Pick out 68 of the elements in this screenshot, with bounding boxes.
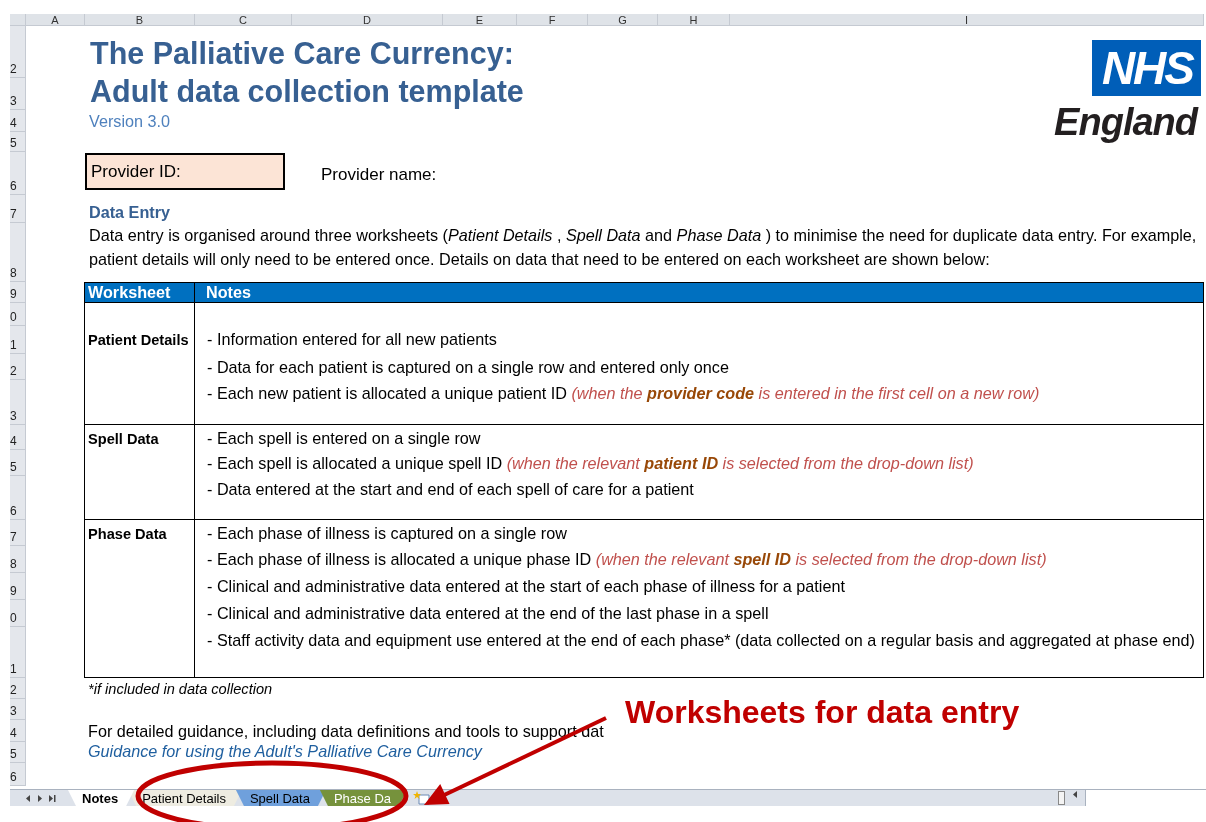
row-header[interactable]: 8 [10, 223, 25, 282]
previous-sheet-icon[interactable] [24, 793, 32, 803]
nhs-logo: NHS England [730, 26, 1204, 195]
row-header[interactable]: 8 [10, 546, 25, 573]
column-header[interactable]: C [195, 14, 292, 25]
row-header[interactable]: 3 [10, 78, 25, 110]
column-header[interactable]: A [26, 14, 85, 25]
sheet-tab[interactable]: Notes [68, 790, 135, 806]
section-heading: Data Entry [88, 203, 171, 223]
note-line: - Each phase of illness is allocated a unique phase ID (when the relevant spell ID is selected from the drop-down list) [206, 549, 1048, 569]
row-header[interactable]: 4 [10, 720, 25, 742]
note-line: - Each spell is entered on a single row [206, 428, 482, 448]
row-header[interactable]: 3 [10, 380, 25, 425]
table-header: Notes [194, 282, 1204, 303]
row-header[interactable]: 4 [10, 110, 25, 132]
split-handle[interactable] [1058, 791, 1065, 805]
worksheet-name: Patient Details [87, 331, 190, 348]
row-header[interactable]: 9 [10, 573, 25, 600]
new-sheet-icon[interactable] [413, 791, 432, 805]
horizontal-scrollbar[interactable] [1085, 790, 1206, 806]
column-header[interactable]: G [588, 14, 658, 25]
table-header: Worksheet [84, 282, 195, 303]
row-header[interactable]: 4 [10, 425, 25, 450]
next-sheet-icon[interactable] [36, 793, 44, 803]
intro-paragraph: Data entry is organised around three worksheets (Patient Details , Spell Data and Phase Data ) to minimise the need for duplicate data entry. For example, patient details will only need to be entered once. Details on data that need to be entered on each worksheet are shown below: [88, 225, 1198, 270]
page-title: The Palliative Care Currency: Adult data collection template [89, 35, 525, 110]
note-line: - Information entered for all new patients [206, 329, 498, 349]
row-header[interactable]: 9 [10, 282, 25, 303]
row-header[interactable]: 2 [10, 26, 25, 78]
callout-text: Worksheets for data entry [625, 694, 1020, 731]
row-header[interactable]: 7 [10, 195, 25, 223]
note-line: - Data for each patient is captured on a single row and entered only once [206, 357, 730, 377]
row-header[interactable]: 6 [10, 476, 25, 520]
footnote: *if included in data collection [87, 680, 274, 697]
last-sheet-icon[interactable] [48, 793, 56, 803]
row-header[interactable]: 1 [10, 627, 25, 678]
note-line: - Each spell is allocated a unique spell ID (when the relevant patient ID is selected from the drop-down list) [206, 453, 975, 473]
row-header[interactable]: 0 [10, 600, 25, 627]
column-header[interactable]: H [658, 14, 730, 25]
column-header[interactable]: E [443, 14, 517, 25]
note-line: - Data entered at the start and end of each spell of care for a patient [206, 479, 695, 499]
column-header[interactable]: F [517, 14, 588, 25]
guidance-link[interactable]: Guidance for using the Adult's Palliative Care Currency [85, 742, 588, 761]
column-header[interactable]: I [730, 14, 1204, 25]
row-header[interactable]: 7 [10, 520, 25, 546]
note-line: - Clinical and administrative data entered at the end of the last phase in a spell [206, 603, 770, 623]
row-header[interactable]: 0 [10, 303, 25, 326]
worksheet-name: Phase Data [87, 525, 168, 542]
row-header[interactable]: 2 [10, 678, 25, 699]
worksheet-name: Spell Data [87, 430, 160, 447]
column-header[interactable]: D [292, 14, 443, 25]
row-header[interactable]: 6 [10, 152, 25, 195]
scroll-left-icon[interactable] [1071, 790, 1079, 799]
note-line: - Each new patient is allocated a unique patient ID (when the provider code is entered in the first cell on a new row) [206, 383, 1041, 403]
version-label: Version 3.0 [88, 111, 171, 131]
note-line: - Clinical and administrative data entered at the start of each phase of illness for a patient [206, 576, 846, 596]
row-header[interactable]: 5 [10, 450, 25, 476]
provider-name-label: Provider name: [320, 163, 438, 185]
provider-id-field[interactable]: Provider ID: [85, 153, 285, 190]
row-header[interactable]: 5 [10, 742, 25, 763]
note-line: - Staff activity data and equipment use entered at the end of each phase* (data collected on a regular basis and aggregated at phase end) [206, 630, 1196, 650]
row-header[interactable]: 5 [10, 132, 25, 152]
row-header[interactable]: 6 [10, 763, 25, 786]
column-header[interactable]: B [85, 14, 195, 25]
row-header[interactable]: 3 [10, 699, 25, 720]
row-header[interactable]: 1 [10, 326, 25, 354]
note-line: - Each phase of illness is captured on a single row [206, 523, 568, 543]
row-header[interactable]: 2 [10, 354, 25, 380]
